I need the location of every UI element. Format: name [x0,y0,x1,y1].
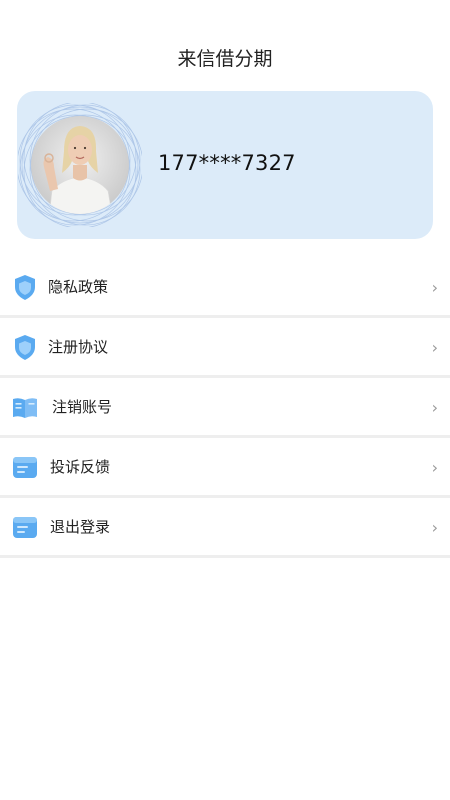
menu-item-label: 注销账号 [52,398,113,416]
menu-item-privacy-policy[interactable]: 隐私政策 › [0,258,450,318]
menu-item-delete-account[interactable]: 注销账号 › [0,378,450,438]
chevron-right-icon: › [431,518,438,537]
chevron-right-icon: › [431,458,438,477]
chevron-right-icon: › [431,338,438,357]
profile-card[interactable]: 177****7327 [17,91,433,239]
chevron-right-icon: › [431,278,438,297]
page-title: 来信借分期 [177,48,273,70]
chevron-right-icon: › [431,398,438,417]
document-icon [13,517,37,538]
menu-item-logout[interactable]: 退出登录 › [0,498,450,558]
document-icon [13,457,37,478]
menu-item-label: 退出登录 [50,518,111,536]
menu-item-label: 投诉反馈 [50,458,111,476]
book-icon [13,398,37,418]
avatar-ornament-icon [18,103,142,227]
avatar[interactable] [18,103,142,227]
shield-icon [15,335,35,360]
phone-number: 177****7327 [158,151,296,175]
menu-item-complaint-feedback[interactable]: 投诉反馈 › [0,438,450,498]
shield-icon [15,275,35,300]
settings-menu: 隐私政策 › 注册协议 › 注销账号 › 投诉反馈 › 退出登录 › [0,258,450,558]
menu-item-label: 注册协议 [48,338,109,356]
menu-item-registration-agreement[interactable]: 注册协议 › [0,318,450,378]
menu-item-label: 隐私政策 [48,278,109,296]
